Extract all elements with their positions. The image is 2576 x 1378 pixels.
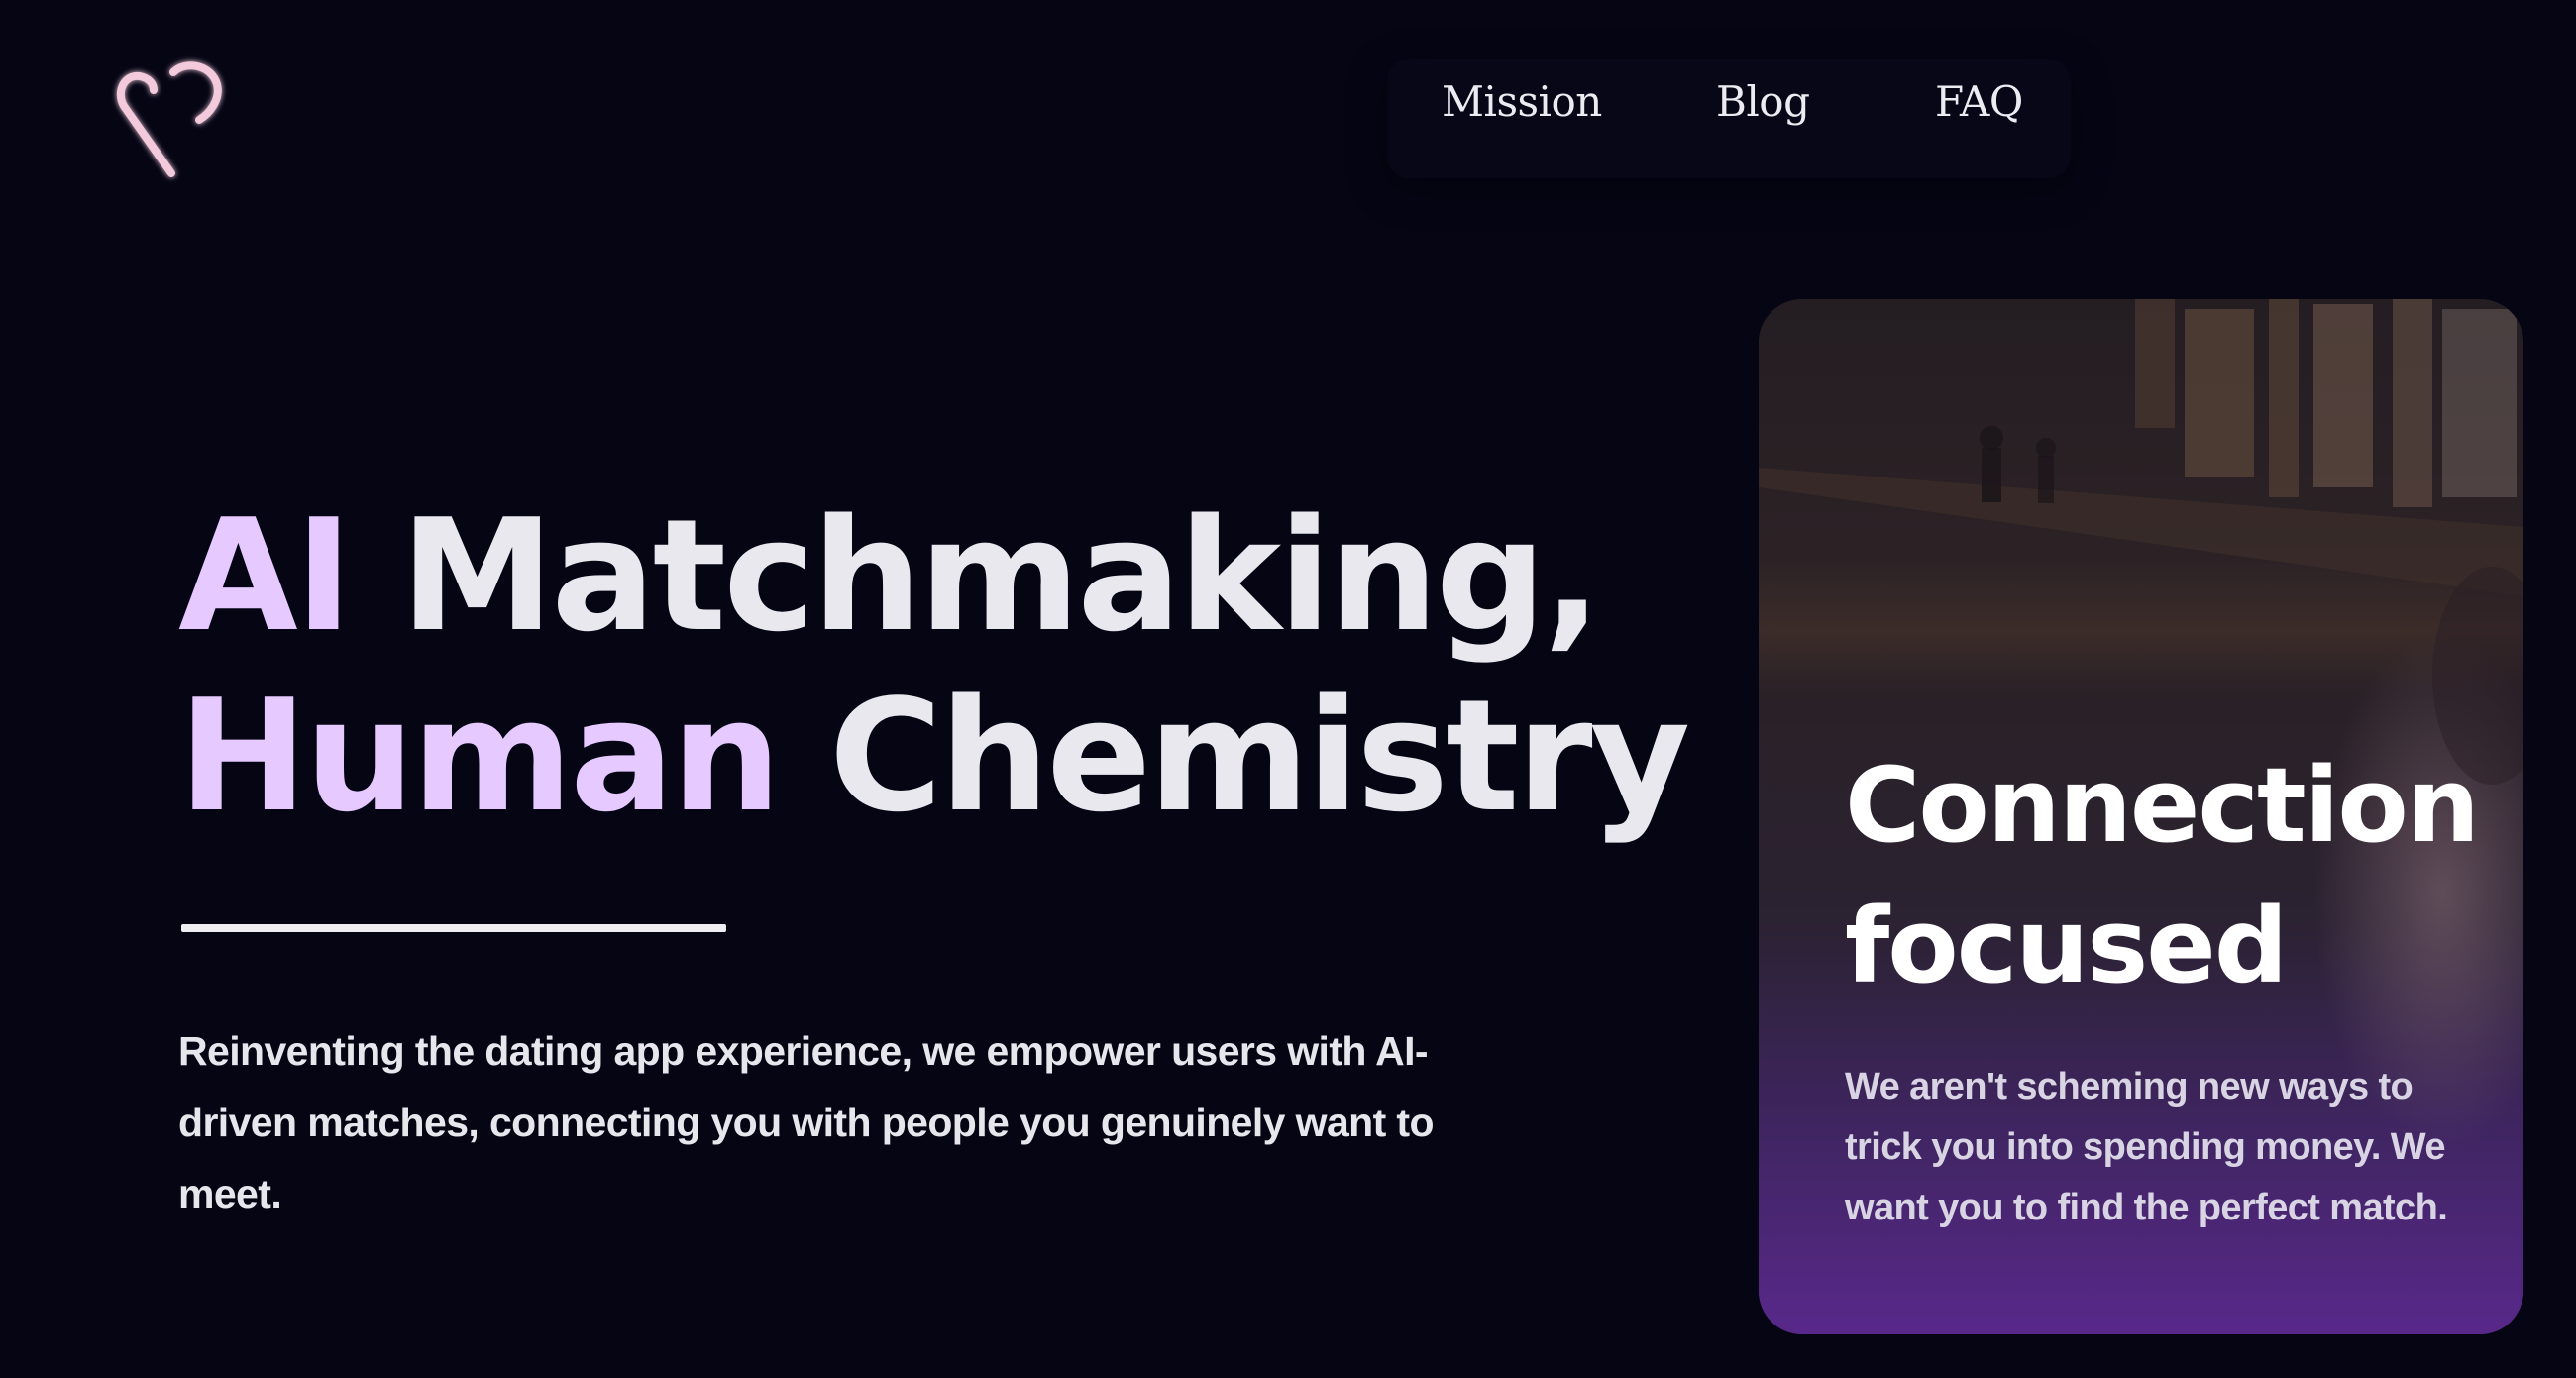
hero-title-line-1: AI Matchmaking, [178,485,1602,666]
hero-title-line-2: Human Chemistry [178,666,1690,846]
heart-logo-icon[interactable] [104,54,238,188]
nav-link-blog[interactable]: Blog [1716,77,1810,126]
hero-title-rest-1: Matchmaking, [349,485,1602,666]
card-description: We aren't scheming new ways to trick you… [1845,1066,2448,1228]
hero-title-rest-2: Chemistry [778,666,1690,846]
logo-svg [116,61,222,177]
nav-link-mission[interactable]: Mission [1442,77,1602,126]
card-title-line-1: Connection [1845,745,2480,866]
top-nav: Mission Blog FAQ [1387,59,2071,178]
card-title-line-2: focused [1845,886,2288,1007]
feature-card: Connection focused We aren't scheming ne… [1759,299,2523,1334]
hero-divider [181,924,726,932]
nav-link-faq[interactable]: FAQ [1935,77,2023,126]
hero-title: AI Matchmaking, Human Chemistry [178,485,1690,846]
card-title: Connection focused [1845,735,2499,1016]
landing-page: Mission Blog FAQ AI Matchmaking, Human C… [0,0,2576,1378]
hero-title-accent-human: Human [178,666,781,846]
hero-title-accent-ai: AI [178,485,353,666]
hero-subtitle: Reinventing the dating app experience, w… [178,1028,1435,1217]
